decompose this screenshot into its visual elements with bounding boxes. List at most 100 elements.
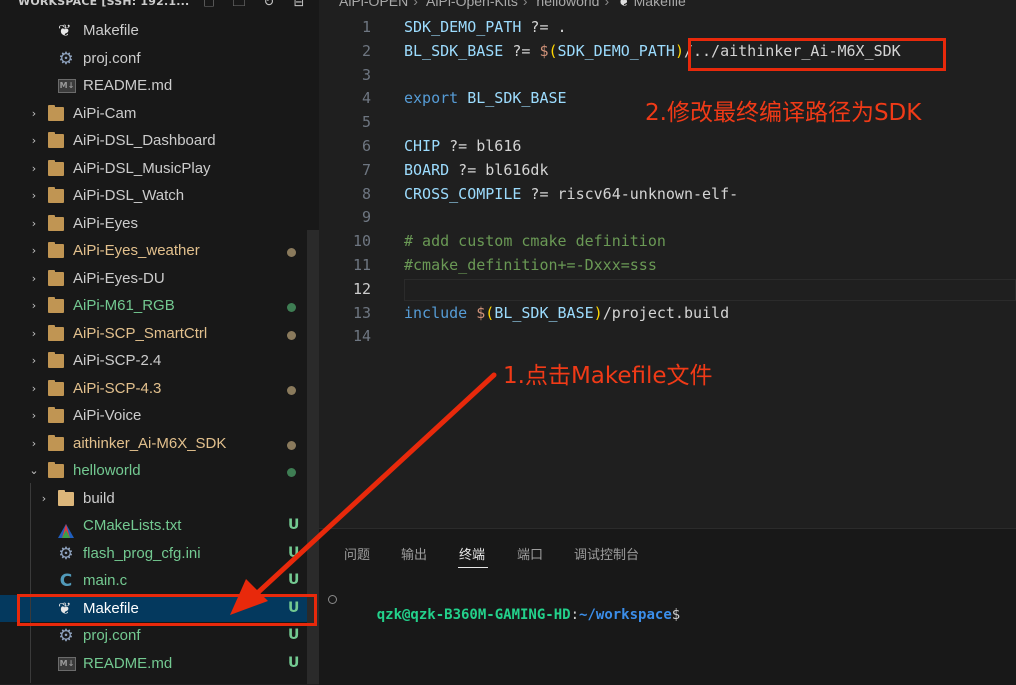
tree-file[interactable]: ⚙ proj.conf (0, 45, 319, 73)
markdown-icon: M↓ (58, 656, 76, 671)
c-file-icon: C (59, 571, 73, 591)
chevron-right-icon[interactable]: › (28, 347, 40, 375)
breadcrumb-item[interactable]: AiPi-OPEN (339, 0, 408, 9)
code-token: ( (548, 41, 558, 60)
code-line[interactable]: 11 #cmake_definition+=-Dxxx=sss (319, 254, 1016, 278)
tree-folder[interactable]: › AiPi-Eyes_weather (0, 237, 319, 265)
chevron-down-icon[interactable]: ⌄ (28, 457, 40, 485)
folder-icon (48, 132, 64, 148)
tree-folder[interactable]: › aithinker_Ai-M6X_SDK (0, 430, 319, 458)
tree-file[interactable]: ⚙ proj.conf U (0, 622, 319, 650)
tree-folder[interactable]: ⌄ helloworld (0, 457, 319, 485)
breadcrumb-item[interactable]: helloworld (536, 0, 599, 9)
code-line[interactable]: 6 CHIP ?= bl616 (319, 135, 1016, 159)
line-text: CROSS_COMPILE ?= riscv64-unknown-elf- (404, 183, 738, 207)
tree-file[interactable]: Cmain.c U (0, 567, 319, 595)
tree-folder[interactable]: › AiPi-Eyes-DU (0, 265, 319, 293)
tree-file[interactable]: CMakeLists.txt U (0, 512, 319, 540)
chevron-right-icon[interactable]: › (28, 182, 40, 210)
code-token: bl616 (476, 137, 522, 155)
chevron-right-icon[interactable]: › (28, 430, 40, 458)
code-token: . (557, 18, 567, 36)
tree-item-label: proj.conf (83, 49, 141, 67)
code-line[interactable]: 1 SDK_DEMO_PATH ?= . (319, 16, 1016, 40)
code-token: ) (593, 303, 603, 322)
code-token: $ (539, 41, 549, 60)
explorer-header: WORKSPACE [SSH: 192.1... 🗋 🗀 ↻ ⊟ (0, 0, 319, 13)
tree-folder[interactable]: › AiPi-SCP-2.4 (0, 347, 319, 375)
breadcrumb: AiPi-OPEN › AiPi-Open-Kits › helloworld › ❦… (339, 0, 686, 11)
folder-icon (48, 352, 64, 368)
tree-file[interactable]: ❦ Makefile (0, 17, 319, 45)
chevron-right-icon: › (413, 0, 418, 9)
tree-file[interactable]: › build (0, 485, 319, 513)
tree-folder[interactable]: › AiPi-SCP_SmartCtrl (0, 320, 319, 348)
chevron-right-icon[interactable]: › (38, 485, 50, 513)
tree-folder[interactable]: › AiPi-SCP-4.3 (0, 375, 319, 403)
folder-icon (48, 379, 64, 396)
breadcrumb-item[interactable]: Makefile (634, 0, 686, 9)
chevron-right-icon[interactable]: › (28, 402, 40, 430)
line-number: 4 (361, 89, 371, 108)
tree-file[interactable]: M↓ README.md (0, 72, 319, 100)
breadcrumb-item[interactable]: AiPi-Open-Kits (426, 0, 518, 9)
tree-folder[interactable]: › AiPi-DSL_MusicPlay (0, 155, 319, 183)
cmake-icon (58, 519, 74, 538)
chevron-right-icon[interactable]: › (28, 375, 40, 403)
tab-terminal[interactable]: 终端 (459, 544, 485, 563)
folder-icon (48, 159, 64, 176)
annotation-box-makefile (17, 594, 317, 626)
terminal-prompt-symbol: $ (671, 607, 681, 623)
code-line[interactable]: 13 include $(BL_SDK_BASE)/project.build (319, 302, 1016, 326)
tab-problems[interactable]: 问题 (344, 544, 370, 563)
line-number: 12 (352, 279, 371, 298)
chevron-right-icon[interactable]: › (28, 292, 40, 320)
tree-item-label: AiPi-Eyes-DU (73, 269, 165, 287)
code-token: CROSS_COMPILE (404, 184, 522, 203)
tree-folder[interactable]: › AiPi-DSL_Watch (0, 182, 319, 210)
new-folder-icon[interactable]: 🗀 (230, 0, 248, 12)
tree-folder[interactable]: › AiPi-M61_RGB (0, 292, 319, 320)
tree-folder[interactable]: › AiPi-DSL_Dashboard (0, 127, 319, 155)
code-line[interactable]: 12 (319, 278, 1016, 302)
code-line[interactable]: 9 (319, 206, 1016, 230)
workspace-title[interactable]: WORKSPACE [SSH: 192.1... (18, 0, 189, 8)
line-number: 2 (361, 41, 371, 60)
tree-folder[interactable]: › AiPi-Voice (0, 402, 319, 430)
folder-icon (48, 407, 64, 423)
tree-folder[interactable]: › AiPi-Cam (0, 100, 319, 128)
code-token: ?= (521, 18, 558, 36)
tree-file[interactable]: ⚙ flash_prog_cfg.ini U (0, 540, 319, 568)
line-text: CHIP ?= bl616 (404, 135, 521, 159)
terminal-user-host: qzk@qzk-B360M-GAMING-HD (376, 607, 571, 623)
chevron-right-icon[interactable]: › (28, 237, 40, 265)
chevron-right-icon[interactable]: › (28, 210, 40, 238)
code-token: ?= (440, 137, 477, 155)
terminal-prompt[interactable]: qzk@qzk-B360M-GAMING-HD:~/workspace$ (343, 591, 680, 639)
code-token: SDK_DEMO_PATH (557, 41, 675, 60)
folder-icon (48, 187, 64, 203)
chevron-right-icon[interactable]: › (28, 127, 40, 155)
tab-debug-console[interactable]: 调试控制台 (574, 544, 639, 563)
code-line[interactable]: 10 # add custom cmake definition (319, 230, 1016, 254)
code-line[interactable]: 14 (319, 325, 1016, 349)
chevron-right-icon[interactable]: › (28, 155, 40, 183)
markdown-icon: M↓ (58, 79, 76, 93)
refresh-icon[interactable]: ↻ (260, 0, 278, 12)
tab-ports[interactable]: 端口 (517, 544, 543, 563)
chevron-right-icon[interactable]: › (28, 100, 40, 128)
line-number: 6 (361, 137, 371, 155)
line-number: 3 (361, 65, 371, 84)
code-line[interactable]: 8 CROSS_COMPILE ?= riscv64-unknown-elf- (319, 183, 1016, 207)
tree-folder[interactable]: › AiPi-Eyes (0, 210, 319, 238)
explorer-sidebar: WORKSPACE [SSH: 192.1... 🗋 🗀 ↻ ⊟ ❦ Makefi… (0, 0, 319, 684)
chevron-right-icon[interactable]: › (28, 320, 40, 348)
line-number: 14 (352, 327, 371, 346)
collapse-all-icon[interactable]: ⊟ (290, 0, 308, 12)
tree-item-label: AiPi-Eyes (73, 214, 139, 232)
tab-output[interactable]: 输出 (401, 544, 427, 563)
tree-file[interactable]: M↓ README.md U (0, 650, 319, 678)
new-file-icon[interactable]: 🗋 (200, 0, 218, 12)
chevron-right-icon[interactable]: › (28, 265, 40, 293)
code-line[interactable]: 7 BOARD ?= bl616dk (319, 159, 1016, 183)
